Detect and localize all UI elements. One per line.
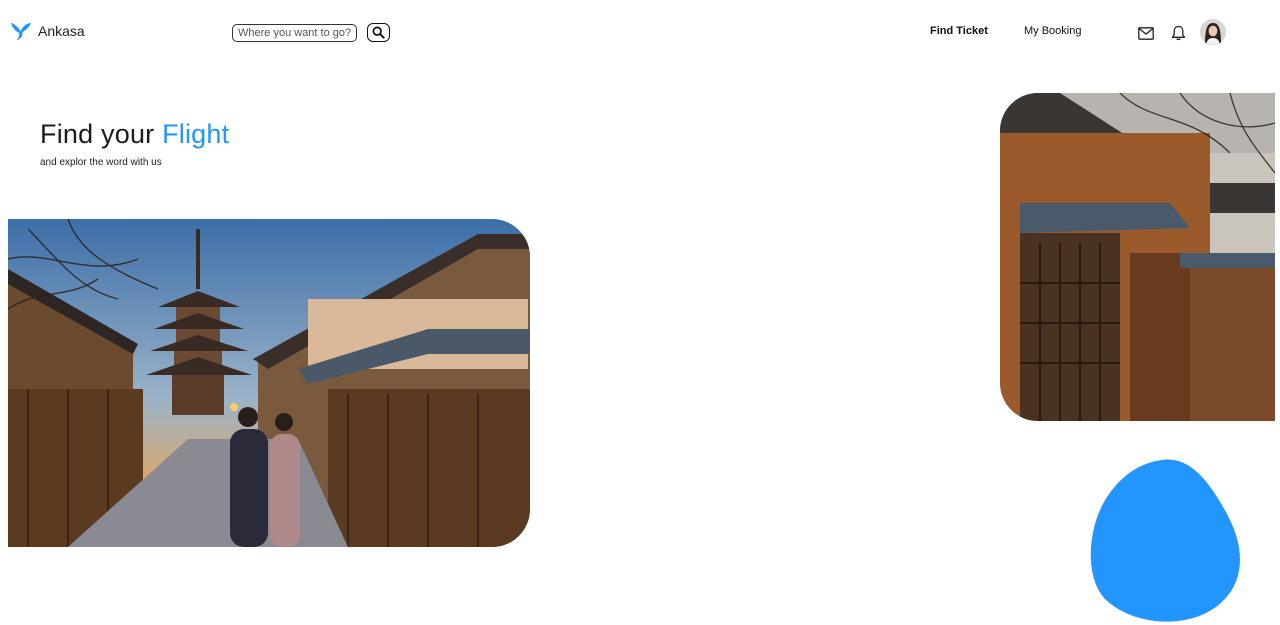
- hero-title-prefix: Find your: [40, 119, 155, 149]
- user-avatar[interactable]: [1200, 19, 1226, 45]
- nav-my-booking[interactable]: My Booking: [1024, 25, 1081, 37]
- bell-icon: [1171, 25, 1185, 41]
- nav-find-ticket[interactable]: Find Ticket: [930, 25, 988, 37]
- plane-logo-icon: [10, 22, 32, 41]
- mail-icon: [1138, 26, 1154, 40]
- hero-title-highlight: Flight: [162, 119, 230, 149]
- decorative-blob: [1090, 459, 1240, 622]
- hero-subtitle: and explor the word with us: [40, 157, 162, 168]
- brand[interactable]: Ankasa: [10, 20, 85, 42]
- notification-button[interactable]: [1169, 24, 1187, 42]
- hero-title: Find your Flight: [40, 119, 229, 150]
- kyoto-street-photo: [8, 219, 530, 547]
- search-bar: [232, 23, 390, 42]
- search-button[interactable]: [367, 23, 390, 42]
- search-input[interactable]: [232, 23, 357, 42]
- kyoto-house-photo: [1000, 93, 1275, 421]
- brand-name: Ankasa: [38, 23, 85, 39]
- mail-button[interactable]: [1137, 24, 1155, 42]
- search-icon: [372, 26, 385, 39]
